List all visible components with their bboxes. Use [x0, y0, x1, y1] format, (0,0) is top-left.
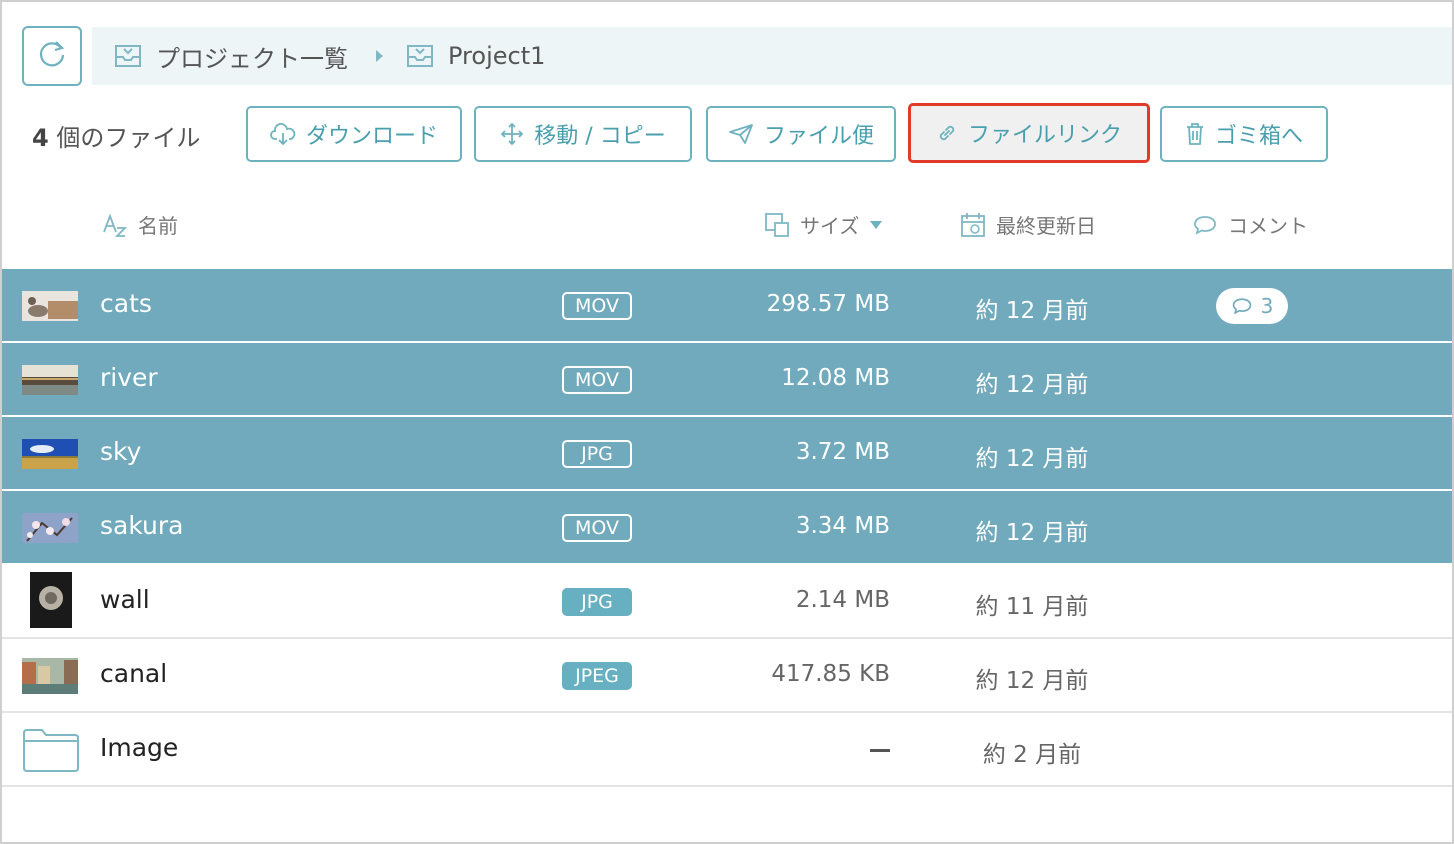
- column-header-comment[interactable]: コメント: [1192, 210, 1308, 239]
- cloud-download-icon: [270, 123, 296, 145]
- file-thumbnail: [30, 572, 72, 628]
- file-name: sky: [100, 437, 142, 466]
- file-thumbnail: [22, 291, 78, 321]
- breadcrumb-label: プロジェクト一覧: [156, 44, 348, 73]
- move-copy-label: 移動 / コピー: [534, 124, 666, 149]
- move-arrows-icon: [500, 122, 524, 146]
- download-button[interactable]: ダウンロード: [246, 106, 462, 162]
- file-type-badge: JPG: [562, 588, 632, 616]
- table-row[interactable]: wall JPG 2.14 MB 約 11 月前: [2, 565, 1452, 639]
- column-header-size[interactable]: サイズ: [764, 210, 883, 239]
- folder-name: Image: [100, 733, 179, 762]
- file-link-button[interactable]: ファイルリンク: [908, 103, 1150, 163]
- file-name: wall: [100, 585, 150, 614]
- file-updated: 約 12 月前: [975, 446, 1089, 472]
- file-delivery-button[interactable]: ファイル便: [706, 106, 896, 162]
- column-updated-label: 最終更新日: [996, 214, 1096, 238]
- file-count: 4 個のファイル: [32, 118, 200, 153]
- move-to-trash-button[interactable]: ゴミ箱へ: [1160, 106, 1328, 162]
- file-updated: 約 12 月前: [975, 372, 1089, 398]
- comment-bubble-icon: [1192, 214, 1218, 236]
- table-row[interactable]: sakura MOV 3.34 MB 約 12 月前: [2, 491, 1452, 565]
- file-name: canal: [100, 659, 168, 688]
- column-header-name[interactable]: 名前: [102, 210, 178, 239]
- breadcrumb-label: Project1: [448, 42, 546, 70]
- size-placeholder-dash: [870, 749, 890, 752]
- breadcrumb: プロジェクト一覧 Project1: [92, 27, 1452, 85]
- file-size: 298.57 MB: [766, 291, 890, 317]
- trash-icon: [1185, 122, 1205, 146]
- size-icon: [764, 212, 790, 238]
- comment-count-badge[interactable]: 3: [1216, 288, 1288, 324]
- table-row[interactable]: river MOV 12.08 MB 約 12 月前: [2, 343, 1452, 417]
- file-type-badge: MOV: [562, 366, 632, 394]
- file-updated: 約 12 月前: [975, 668, 1089, 694]
- file-size: 12.08 MB: [781, 365, 890, 391]
- table-row[interactable]: canal JPEG 417.85 KB 約 12 月前: [2, 639, 1452, 713]
- file-thumbnail: [22, 658, 78, 694]
- file-thumbnail: [22, 439, 78, 469]
- column-name-label: 名前: [138, 214, 178, 238]
- refresh-button[interactable]: [22, 26, 82, 86]
- sort-desc-icon: [869, 220, 883, 230]
- file-size: 3.34 MB: [795, 513, 890, 539]
- file-count-suffix: 個のファイル: [48, 124, 201, 152]
- file-size: 3.72 MB: [795, 439, 890, 465]
- file-size: 2.14 MB: [795, 587, 890, 613]
- paper-plane-icon: [728, 123, 754, 145]
- project-box-icon: [114, 44, 142, 68]
- file-type-badge: MOV: [562, 514, 632, 542]
- file-name: sakura: [100, 511, 184, 540]
- file-thumbnail: [22, 365, 78, 395]
- file-size: 417.85 KB: [771, 661, 890, 687]
- file-updated: 約 11 月前: [975, 594, 1089, 620]
- download-label: ダウンロード: [305, 124, 438, 149]
- file-thumbnail: [22, 513, 78, 543]
- calendar-icon: [960, 212, 986, 238]
- sort-alpha-icon: [102, 212, 128, 238]
- project-box-icon: [406, 44, 434, 68]
- file-link-label: ファイルリンク: [967, 123, 1122, 148]
- breadcrumb-item-projects[interactable]: プロジェクト一覧: [114, 39, 348, 74]
- comment-count: 3: [1260, 294, 1274, 318]
- file-name: river: [100, 363, 158, 392]
- table-row[interactable]: Image 約 2 月前: [2, 713, 1452, 787]
- link-icon: [936, 122, 958, 144]
- table-row[interactable]: cats MOV 298.57 MB 約 12 月前 3: [2, 269, 1452, 343]
- file-updated: 約 12 月前: [975, 298, 1089, 324]
- comment-bubble-icon: [1231, 296, 1253, 316]
- column-header-updated[interactable]: 最終更新日: [960, 210, 1096, 239]
- folder-icon: [22, 727, 80, 777]
- file-updated: 約 12 月前: [975, 520, 1089, 546]
- caret-right-icon: [374, 49, 384, 63]
- move-to-trash-label: ゴミ箱へ: [1214, 124, 1303, 149]
- table-row[interactable]: sky JPG 3.72 MB 約 12 月前: [2, 417, 1452, 491]
- file-type-badge: JPG: [562, 440, 632, 468]
- file-type-badge: MOV: [562, 292, 632, 320]
- refresh-icon: [37, 39, 67, 73]
- column-comment-label: コメント: [1228, 214, 1308, 238]
- file-type-badge: JPEG: [562, 662, 632, 690]
- file-updated: 約 2 月前: [982, 742, 1082, 768]
- move-copy-button[interactable]: 移動 / コピー: [474, 106, 692, 162]
- column-size-label: サイズ: [800, 214, 860, 238]
- file-name: cats: [100, 289, 152, 318]
- file-count-number: 4: [32, 124, 49, 152]
- file-delivery-label: ファイル便: [763, 124, 874, 149]
- breadcrumb-item-project1[interactable]: Project1: [406, 42, 545, 70]
